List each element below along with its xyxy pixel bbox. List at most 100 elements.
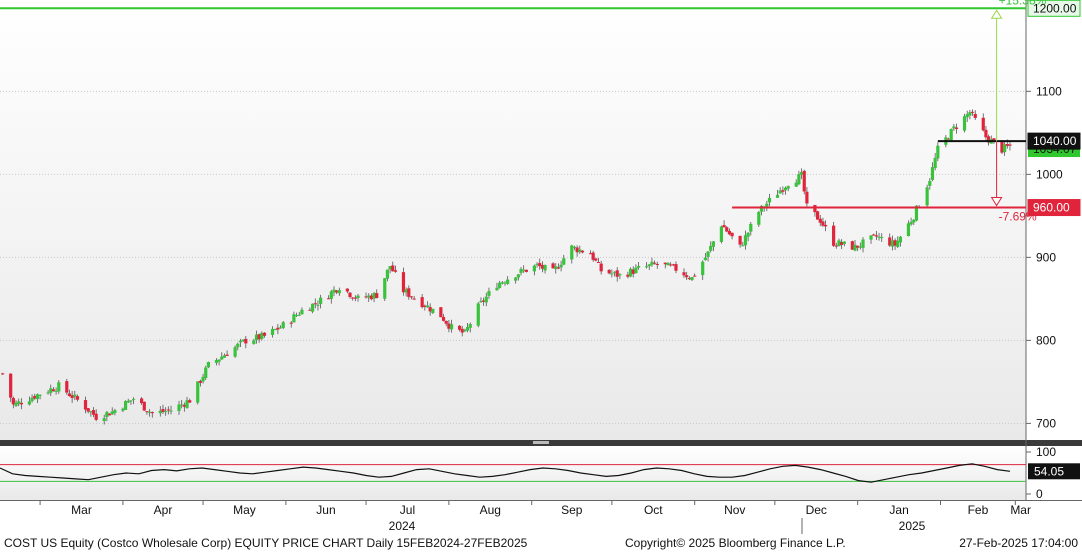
candle-body [781, 190, 785, 192]
month-label: Jun [316, 503, 335, 517]
candle-body [618, 274, 622, 276]
candle-body [412, 298, 416, 300]
candle-body [1008, 144, 1012, 146]
candle-body [356, 295, 360, 299]
candle-body [407, 288, 411, 297]
candle-body [225, 354, 229, 356]
candle-body [516, 274, 520, 278]
month-label: Apr [154, 503, 173, 517]
month-label: Oct [644, 503, 663, 517]
candle-body [468, 324, 472, 328]
candle-body [634, 267, 638, 274]
candle-body [484, 296, 488, 303]
candle-body [524, 269, 528, 272]
candle-body [514, 277, 518, 281]
footer-copyright: Copyright© 2025 Bloomberg Finance L.P. [625, 536, 846, 550]
candle-body [824, 224, 828, 227]
candle-body [281, 322, 285, 328]
candle-body [142, 401, 146, 411]
candle-body [75, 396, 80, 400]
candle-body [746, 232, 750, 237]
candle-body [150, 412, 154, 414]
candle-body [655, 263, 659, 265]
candle-body [832, 225, 836, 246]
candle-body [313, 303, 317, 305]
candle-body [348, 292, 352, 298]
upside-percent-label: +15.38% [999, 0, 1047, 7]
candle-body [543, 265, 547, 271]
candle-body [562, 258, 566, 265]
candle-body [506, 279, 510, 284]
candle-body [580, 250, 585, 253]
candle-body [236, 343, 240, 348]
candle-body [738, 235, 742, 245]
y-tick-label: 900 [1036, 250, 1056, 264]
y-tick-label: 1100 [1036, 84, 1062, 98]
oscillator-y-tick-label: 0 [1036, 487, 1043, 501]
candle-body [9, 373, 13, 398]
candle-body [129, 400, 133, 402]
candle-body [802, 170, 806, 192]
candle-body [767, 197, 772, 203]
month-label: Aug [480, 503, 501, 517]
candle-body [27, 401, 31, 405]
candle-body [765, 203, 769, 207]
candle-body [949, 128, 953, 141]
candle-body [449, 324, 454, 330]
candle-body [928, 180, 932, 186]
separator-handle[interactable] [533, 441, 549, 444]
candle-body [383, 278, 387, 299]
candle-body [786, 186, 790, 189]
footer-security-description: COST US Equity (Costco Wholesale Corp) E… [4, 536, 528, 550]
candle-body [719, 226, 724, 242]
candle-body [206, 362, 211, 368]
candle-body [345, 288, 349, 292]
main-panel-background [0, 0, 1026, 440]
candle-body [981, 117, 985, 131]
candle-body [682, 272, 686, 276]
candle-body [730, 232, 734, 237]
candle-body [933, 157, 937, 169]
downside-percent-label: -7.69% [999, 210, 1037, 224]
candle-body [757, 212, 761, 225]
candle-body [711, 241, 715, 247]
candle-body [925, 187, 929, 206]
candle-body [906, 223, 911, 237]
candle-body [874, 235, 878, 237]
candle-body [188, 400, 192, 403]
candle-body [476, 303, 480, 326]
candle-body [880, 237, 884, 239]
candle-body [441, 316, 446, 321]
candle-body [685, 275, 689, 278]
candle-body [861, 239, 865, 248]
candle-body [615, 270, 619, 277]
candle-body [169, 410, 173, 412]
candle-body [559, 264, 563, 268]
candle-body [300, 309, 304, 315]
candle-body [898, 236, 903, 243]
candle-body [204, 367, 208, 378]
candle-body [749, 223, 753, 232]
candle-body [444, 320, 448, 324]
candle-body [984, 129, 988, 138]
candle-body [177, 404, 181, 411]
candle-body [86, 408, 90, 412]
candle-body [610, 273, 614, 275]
candle-body [102, 418, 106, 422]
candle-body [815, 211, 820, 220]
candle-body [439, 307, 443, 318]
candle-body [495, 287, 499, 291]
candle-body [425, 305, 430, 308]
month-label: May [233, 503, 256, 517]
candle-body [385, 269, 390, 279]
candle-body [409, 296, 414, 298]
oscillator-y-tick-label: 100 [1036, 445, 1056, 459]
candle-body [644, 266, 649, 268]
candle-body [703, 257, 707, 261]
candle-body [872, 234, 876, 236]
candle-body [653, 262, 657, 264]
candle-body [674, 264, 678, 271]
candle-body [420, 297, 424, 308]
candle-body [701, 261, 705, 276]
price-chart: 70080090010001100 1034.071200.001040.009… [0, 0, 1082, 534]
